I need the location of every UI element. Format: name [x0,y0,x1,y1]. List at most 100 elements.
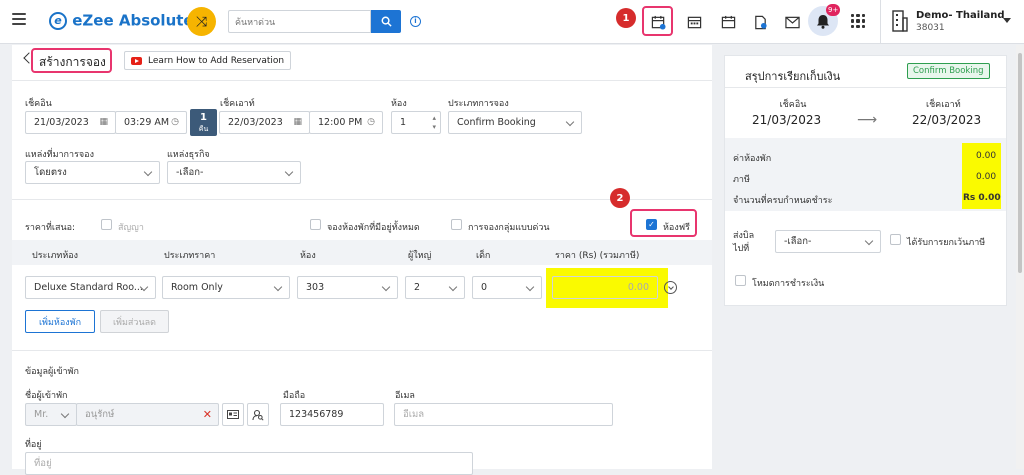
business-source-value: -เลือก- [176,167,204,178]
divider [725,87,1006,88]
calendar-icon[interactable] [717,11,739,33]
callout-badge-1: 1 [616,8,636,28]
id-card-icon[interactable] [222,403,244,426]
menu-icon[interactable] [12,13,26,25]
divider [12,350,712,351]
source-select[interactable]: โดยตรง [25,161,160,184]
chevron-down-icon [448,282,458,292]
col-room-type: ประเภทห้อง [32,251,79,261]
chevron-down-icon [381,282,391,292]
nights-count: 1 [200,112,207,123]
address-label: ที่อยู่ [25,440,42,450]
youtube-icon [131,56,142,65]
email-placeholder: อีเมล [403,409,425,420]
chevron-down-icon [565,117,575,127]
shuffle-icon[interactable]: ⤨ [187,7,216,36]
billing-title: สรุปการเรียกเก็บเงิน [745,70,841,83]
booking-type-select[interactable]: Confirm Booking [448,111,582,134]
address-input[interactable]: ที่อยู่ [25,452,473,475]
checkout-time-field[interactable]: 12:00 PM ◷ [309,111,383,134]
page-title: สร้างการจอง [39,55,106,69]
property-dropdown-icon[interactable] [1003,18,1011,23]
apps-grid-icon[interactable] [851,14,865,28]
stepper-arrows-icon[interactable]: ▴ ▾ [432,114,436,132]
quick-group-checkbox[interactable] [451,219,462,230]
checkout-date-value: 22/03/2023 [228,117,283,128]
notification-count-badge: 9+ [826,4,841,16]
checkin-date-value: 21/03/2023 [34,117,89,128]
rooms-value: 1 [400,117,407,128]
calendar-icon: ▦ [293,117,302,127]
source-value: โดยตรง [34,167,67,178]
contract-checkbox[interactable] [101,219,112,230]
reservation-list-icon[interactable] [683,11,705,33]
bill-to-value: -เลือก- [784,236,812,247]
guest-name-value: อนุรักษ์ [85,409,115,420]
callout-badge-2: 2 [610,188,630,208]
adults-select[interactable]: 2 [405,276,465,299]
divider [12,80,712,81]
amount-due-value: Rs 0.00 [963,193,1001,203]
checkin-label: เช็คอิน [25,99,52,109]
mobile-value: 123456789 [289,409,344,420]
scrollbar[interactable] [1016,45,1024,469]
rate-type-select[interactable]: Room Only [162,276,290,299]
expand-row-icon[interactable] [664,281,677,294]
property-name[interactable]: Demo- Thailand [916,10,1005,21]
col-price: ราคา (Rs) (รวมภาษี) [555,251,640,261]
clock-icon: ◷ [367,117,375,127]
invoice-icon[interactable] [749,11,771,33]
scrollbar-thumb[interactable] [1018,53,1022,273]
guest-search-icon[interactable] [247,403,269,426]
app-logo[interactable]: e eZee Absolute [49,11,194,30]
checkin-date-field[interactable]: 21/03/2023 ▦ [25,111,116,134]
guest-name-input[interactable]: อนุรักษ์ ✕ [76,403,219,426]
bill-to-select[interactable]: -เลือก- [775,230,881,253]
checkin-time-field[interactable]: 03:29 AM ◷ [115,111,187,134]
room-type-select[interactable]: Deluxe Standard Roo... [25,276,156,299]
booking-type-label: ประเภทการจอง [448,99,509,109]
salutation-value: Mr. [34,409,49,420]
add-room-button[interactable]: เพิ่มห้องพัก [25,310,95,333]
add-discount-button[interactable]: เพิ่มส่วนลด [100,310,169,333]
summary-checkin-label: เช็คอิน [779,100,807,110]
col-rate-type: ประเภทราคา [164,251,216,261]
room-number-value: 303 [306,282,325,293]
search-icon [381,16,392,27]
learn-link-label: Learn How to Add Reservation [148,55,285,66]
payment-mode-label: โหมดการชำระเงิน [752,279,825,289]
clear-icon[interactable]: ✕ [203,408,212,421]
room-number-select[interactable]: 303 [297,276,398,299]
divider [12,199,712,200]
business-source-label: แหล่งธุรกิจ [167,150,210,160]
mobile-label: มือถือ [283,391,306,401]
price-value: 0.00 [627,282,649,293]
search-input[interactable] [228,10,371,33]
business-source-select[interactable]: -เลือก- [167,161,301,184]
chevron-down-icon [525,282,535,292]
learn-video-link[interactable]: Learn How to Add Reservation [124,51,292,70]
payment-mode-checkbox[interactable] [735,275,746,286]
email-input[interactable]: อีเมล [394,403,613,426]
price-input[interactable]: 0.00 [552,276,658,299]
booking-type-value: Confirm Booking [457,117,536,128]
building-icon [892,10,908,32]
mail-icon[interactable] [781,11,803,33]
tax-exempt-label: ได้รับการยกเว้นภาษี [907,238,986,248]
bill-to-label: ส่งบิล ไปที่ [733,231,755,254]
rooms-stepper[interactable]: 1 ▴ ▾ [391,111,441,134]
children-select[interactable]: 0 [472,276,542,299]
room-charge-label: ค่าห้องพัก [733,154,772,164]
col-room: ห้อง [300,251,316,261]
mobile-input[interactable]: 123456789 [280,403,384,426]
salutation-select[interactable]: Mr. [25,403,77,426]
free-room-checkbox[interactable]: ✓ [646,219,657,230]
book-all-available-checkbox[interactable] [310,219,321,230]
tax-exempt-checkbox[interactable] [890,234,901,245]
info-icon[interactable]: i [410,16,421,27]
search-button[interactable] [371,10,401,33]
chevron-down-icon [284,167,294,177]
checkout-label: เช็คเอาท์ [220,99,255,109]
checkout-date-field[interactable]: 22/03/2023 ▦ [219,111,310,134]
add-reservation-calendar-icon[interactable] [647,11,669,33]
